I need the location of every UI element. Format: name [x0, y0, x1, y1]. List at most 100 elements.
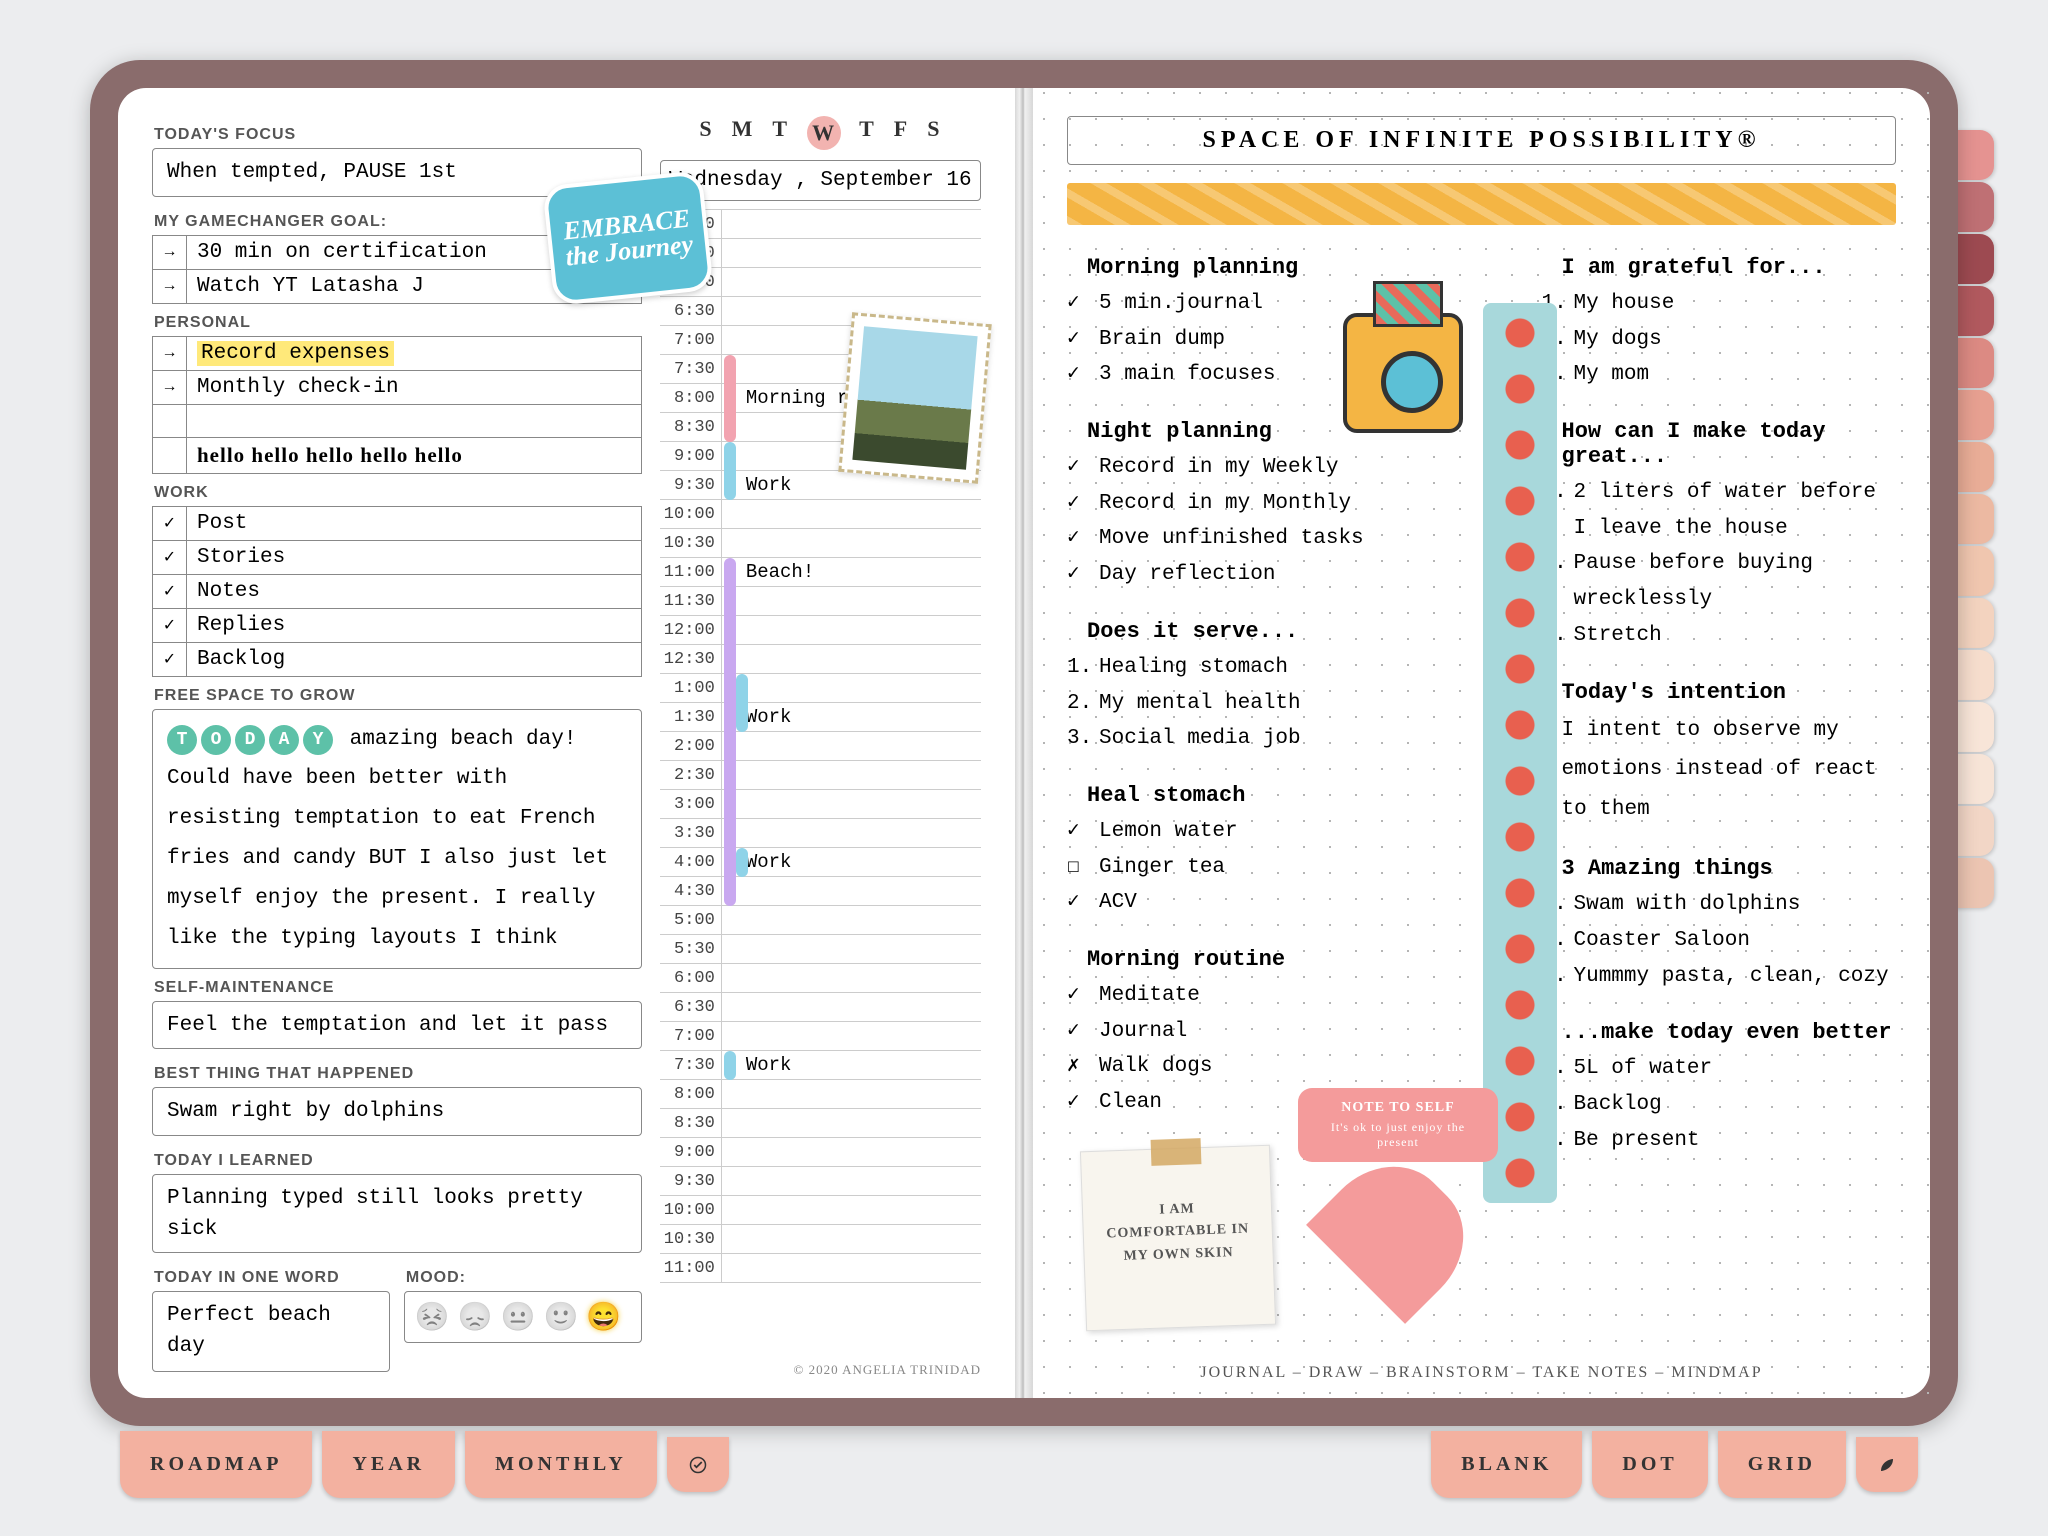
section-heading: Morning routine — [1067, 947, 1422, 972]
list-row[interactable]: →Monthly check-in — [152, 371, 642, 405]
list-item[interactable]: ✓Record in my Weekly — [1067, 450, 1422, 486]
item-mark: ✓ — [1067, 486, 1099, 522]
list-item[interactable]: ✓ACV — [1067, 885, 1422, 921]
list-item[interactable]: 2.My dogs — [1542, 322, 1897, 358]
list-item[interactable]: ✓Meditate — [1067, 978, 1422, 1014]
list-item[interactable]: 2.Backlog — [1542, 1087, 1897, 1123]
item-text: Yummmy pasta, clean, cozy — [1574, 959, 1889, 995]
schedule-line[interactable]: 10:30 — [660, 1225, 981, 1254]
list-item[interactable]: ☐Ginger tea — [1067, 850, 1422, 886]
item-mark: ✓ — [1067, 322, 1099, 358]
list-item[interactable]: 2.Coaster Saloon — [1542, 923, 1897, 959]
mushroom-strip-sticker — [1483, 303, 1557, 1203]
list-row[interactable]: ✓Notes — [152, 575, 642, 609]
mood-box[interactable]: 😣😞😐🙂😄 — [404, 1291, 642, 1343]
list-row[interactable]: ✓Backlog — [152, 643, 642, 677]
list-row[interactable]: →Record expenses — [152, 337, 642, 371]
list-item[interactable]: ✓Record in my Monthly — [1067, 486, 1422, 522]
schedule-line[interactable]: 6:00 — [660, 964, 981, 993]
list-item[interactable]: 3.Social media job — [1067, 721, 1422, 757]
mood-face[interactable]: 🙂 — [544, 1300, 579, 1334]
schedule-line[interactable]: 9:00 — [660, 1138, 981, 1167]
list-item[interactable]: ✓Journal — [1067, 1014, 1422, 1050]
planner-shell: TODAY'S FOCUS When tempted, PAUSE 1st MY… — [90, 60, 1958, 1426]
bottom-tab-year[interactable]: YEAR — [322, 1431, 455, 1498]
list-item[interactable]: 3.My mom — [1542, 357, 1897, 393]
weekday[interactable]: W — [807, 116, 841, 150]
planner-paper: TODAY'S FOCUS When tempted, PAUSE 1st MY… — [118, 88, 1930, 1398]
schedule-line[interactable]: 7:30Work — [660, 1051, 981, 1080]
list-row[interactable]: ✓Post — [152, 507, 642, 541]
list-row[interactable]: ✓Stories — [152, 541, 642, 575]
schedule-line[interactable]: 4:00Work — [660, 848, 981, 877]
leaf-tab[interactable] — [1856, 1437, 1918, 1492]
schedule-line[interactable]: 7:00 — [660, 1022, 981, 1051]
mood-face[interactable]: 😄 — [586, 1300, 621, 1334]
schedule-line[interactable]: 3:00 — [660, 790, 981, 819]
schedule-line[interactable]: 3:30 — [660, 819, 981, 848]
list-item[interactable]: ✓Day reflection — [1067, 557, 1422, 593]
bottom-tab-monthly[interactable]: MONTHLY — [465, 1431, 657, 1498]
weekday[interactable]: T — [859, 116, 876, 150]
section-heading: Does it serve... — [1067, 619, 1422, 644]
schedule-line[interactable]: 5:00 — [660, 906, 981, 935]
weekday[interactable]: F — [894, 116, 909, 150]
schedule-line[interactable]: 10:00 — [660, 500, 981, 529]
schedule-line[interactable]: 10:30 — [660, 529, 981, 558]
word-heading: TODAY IN ONE WORD — [154, 1269, 390, 1287]
list-item[interactable]: 3.Stretch — [1542, 618, 1897, 654]
free-box[interactable]: TODAY amazing beach day! Could have been… — [152, 709, 642, 969]
schedule-line[interactable]: 8:00 — [660, 1080, 981, 1109]
list-item[interactable]: 2.Pause before buying wrecklessly — [1542, 546, 1897, 617]
weekday[interactable]: S — [927, 116, 941, 150]
word-box[interactable]: Perfect beach day — [152, 1291, 390, 1372]
schedule-line[interactable]: 9:30 — [660, 1167, 981, 1196]
schedule-line[interactable]: 2:00 — [660, 732, 981, 761]
list-row[interactable]: hello hello hello hello hello — [152, 438, 642, 474]
learned-box[interactable]: Planning typed still looks pretty sick — [152, 1174, 642, 1253]
schedule-line[interactable]: 6:30 — [660, 993, 981, 1022]
item-text: Record in my Weekly — [1099, 450, 1338, 486]
list-item[interactable]: 1.Healing stomach — [1067, 650, 1422, 686]
bottom-tab-grid[interactable]: GRID — [1718, 1431, 1846, 1498]
schedule-line[interactable]: 12:30 — [660, 645, 981, 674]
mood-face[interactable]: 😐 — [501, 1300, 536, 1334]
weekday[interactable]: M — [732, 116, 755, 150]
item-text: Move unfinished tasks — [1099, 521, 1364, 557]
check-tab[interactable] — [667, 1437, 729, 1492]
list-item[interactable]: ✗Walk dogs — [1067, 1049, 1422, 1085]
schedule-line[interactable]: 5:30 — [660, 935, 981, 964]
schedule-line[interactable]: 2:30 — [660, 761, 981, 790]
mood-face[interactable]: 😞 — [458, 1300, 493, 1334]
schedule-line[interactable]: 11:00Beach! — [660, 558, 981, 587]
weekday[interactable]: T — [772, 116, 789, 150]
schedule-line[interactable]: 1:00 — [660, 674, 981, 703]
list-item[interactable]: ✓Lemon water — [1067, 814, 1422, 850]
list-item[interactable]: 1.5L of water — [1542, 1051, 1897, 1087]
bottom-tab-dot[interactable]: DOT — [1592, 1431, 1707, 1498]
week-strip[interactable]: SMTWTFS — [660, 116, 981, 150]
list-item[interactable]: 1.Swam with dolphins — [1542, 887, 1897, 923]
schedule-line[interactable]: 8:30 — [660, 1109, 981, 1138]
best-box[interactable]: Swam right by dolphins — [152, 1087, 642, 1136]
list-item[interactable]: 2.My mental health — [1067, 686, 1422, 722]
schedule-line[interactable]: 11:00 — [660, 1254, 981, 1283]
schedule-line[interactable]: 1:30Work — [660, 703, 981, 732]
bottom-tab-roadmap[interactable]: ROADMAP — [120, 1431, 312, 1498]
section-heading: ...make today even better — [1542, 1020, 1897, 1045]
schedule-line[interactable]: 12:00 — [660, 616, 981, 645]
schedule-line[interactable]: 4:30 — [660, 877, 981, 906]
list-item[interactable]: 1.2 liters of water before I leave the h… — [1542, 475, 1897, 546]
list-item[interactable]: ✓Move unfinished tasks — [1067, 521, 1422, 557]
list-item[interactable]: 3.Yummmy pasta, clean, cozy — [1542, 959, 1897, 995]
mood-face[interactable]: 😣 — [415, 1300, 450, 1334]
weekday[interactable]: S — [699, 116, 713, 150]
list-row[interactable] — [152, 405, 642, 438]
list-item[interactable]: 1.My house — [1542, 286, 1897, 322]
schedule-line[interactable]: 10:00 — [660, 1196, 981, 1225]
list-item[interactable]: 3.Be present — [1542, 1123, 1897, 1159]
bottom-tab-blank[interactable]: BLANK — [1431, 1431, 1582, 1498]
list-row[interactable]: ✓Replies — [152, 609, 642, 643]
schedule-line[interactable]: 11:30 — [660, 587, 981, 616]
selfm-box[interactable]: Feel the temptation and let it pass — [152, 1001, 642, 1050]
